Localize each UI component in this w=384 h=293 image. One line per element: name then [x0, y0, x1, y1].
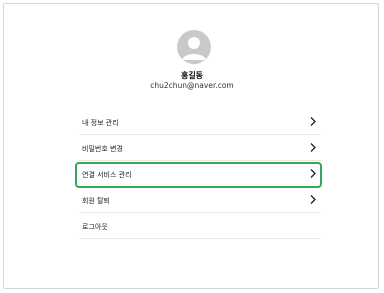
chevron-right-icon — [310, 195, 316, 204]
user-avatar-icon — [177, 30, 211, 64]
menu-item-withdraw[interactable]: 회원 탈퇴 — [79, 187, 321, 213]
menu-item-label: 회원 탈퇴 — [82, 197, 110, 205]
menu-item-label: 비밀번호 변경 — [82, 145, 123, 153]
user-name: 홍길동 — [180, 71, 204, 80]
highlight-box — [75, 162, 322, 188]
chevron-right-icon — [310, 117, 316, 126]
menu-item-label: 내 정보 관리 — [82, 119, 119, 127]
menu-item-logout[interactable]: 로그아웃 — [79, 213, 321, 239]
menu-item-label: 로그아웃 — [82, 223, 108, 231]
menu-item-change-password[interactable]: 비밀번호 변경 — [79, 135, 321, 161]
user-email: chu2chun@naver.com — [150, 81, 234, 90]
menu-item-my-info[interactable]: 내 정보 관리 — [79, 109, 321, 135]
chevron-right-icon — [310, 143, 316, 152]
